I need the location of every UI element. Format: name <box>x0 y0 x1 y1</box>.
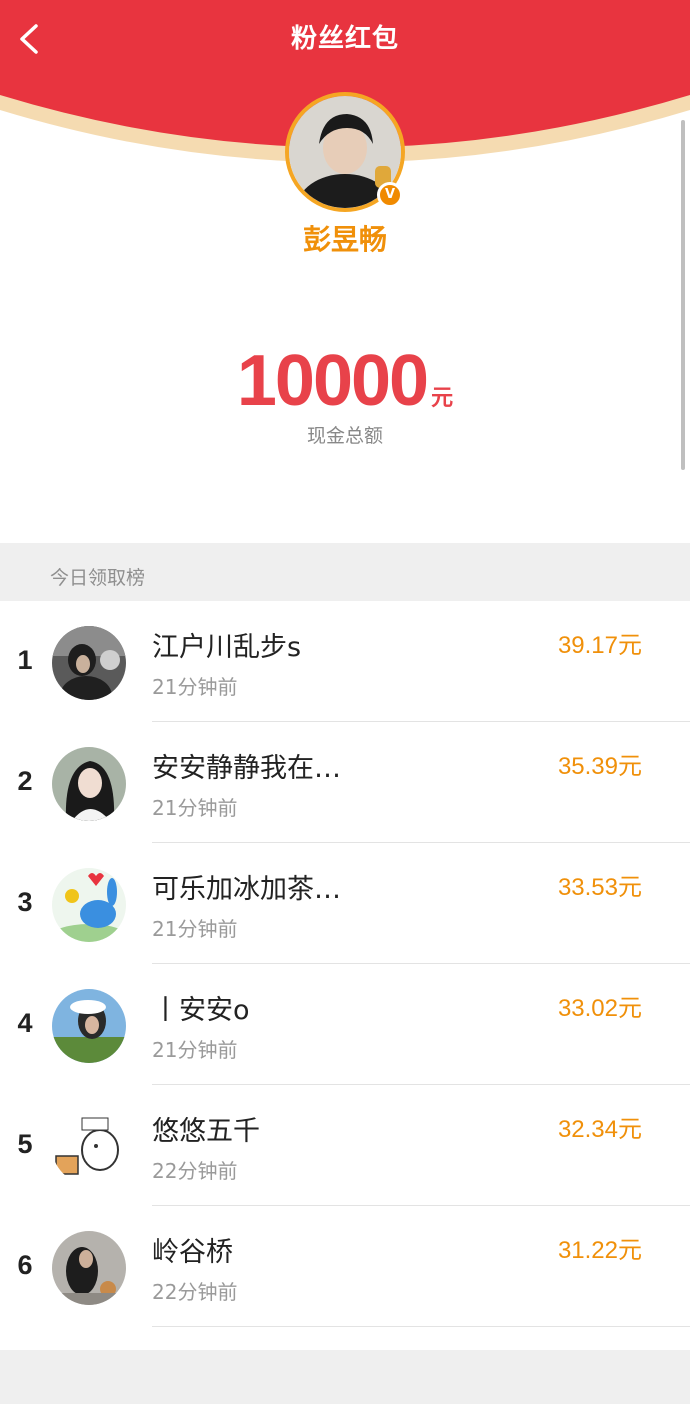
avatar[interactable] <box>52 747 126 821</box>
rank-number: 2 <box>17 766 33 796</box>
leaderboard-row[interactable]: 5 悠悠五千 22分钟前 32.34元 <box>0 1085 690 1206</box>
claim-time: 21分钟前 <box>152 917 238 941</box>
claim-time: 21分钟前 <box>152 1038 238 1062</box>
user-name: 丨安安o <box>152 995 250 1026</box>
leaderboard-row[interactable]: 4 丨安安o 21分钟前 33.02元 <box>0 964 690 1085</box>
leaderboard-list: 1 江户川乱步s 21分钟前 39.17元 2 安安静静我在… 21分钟前 35… <box>0 601 690 1327</box>
user-name: 安安静静我在… <box>152 753 341 784</box>
user-name: 可乐加冰加茶… <box>152 874 341 905</box>
streamer-avatar[interactable]: V <box>285 92 405 212</box>
leaderboard-row[interactable]: 6 岭谷桥 22分钟前 31.22元 <box>0 1206 690 1327</box>
total-amount-caption: 现金总额 <box>306 425 383 447</box>
leaderboard-title: 今日领取榜 <box>50 567 146 589</box>
leaderboard-row[interactable]: 3 可乐加冰加茶… 21分钟前 33.53元 <box>0 843 690 964</box>
rank-number: 3 <box>17 887 33 917</box>
footer-band <box>0 1350 690 1404</box>
leaderboard-row[interactable]: 1 江户川乱步s 21分钟前 39.17元 <box>0 601 690 722</box>
avatar[interactable] <box>52 868 126 942</box>
avatar[interactable] <box>52 989 126 1063</box>
claim-amount: 39.17元 <box>557 632 642 659</box>
rank-number: 4 <box>17 1008 33 1038</box>
rank-number: 1 <box>17 645 33 675</box>
leaderboard-header: 今日领取榜 <box>0 543 690 601</box>
claim-amount: 33.02元 <box>557 995 642 1022</box>
streamer-name: 彭昱畅 <box>302 223 387 256</box>
claim-time: 22分钟前 <box>152 1280 238 1304</box>
total-amount-value: 10000 <box>236 341 429 421</box>
verified-badge-icon: V <box>377 182 403 208</box>
page-title: 粉丝红包 <box>290 24 399 54</box>
claim-time: 21分钟前 <box>152 796 238 820</box>
total-amount: 10000 元 <box>0 340 690 422</box>
claim-amount: 32.34元 <box>557 1116 642 1143</box>
rank-number: 5 <box>17 1129 33 1159</box>
avatar[interactable] <box>52 1231 126 1305</box>
claim-time: 22分钟前 <box>152 1159 238 1183</box>
user-name: 岭谷桥 <box>152 1237 233 1268</box>
claim-amount: 31.22元 <box>557 1237 642 1264</box>
avatar[interactable] <box>52 626 126 700</box>
scrollbar[interactable] <box>681 120 685 470</box>
avatar[interactable] <box>52 1110 126 1184</box>
divider <box>152 1326 690 1327</box>
leaderboard-row[interactable]: 2 安安静静我在… 21分钟前 35.39元 <box>0 722 690 843</box>
claim-amount: 35.39元 <box>557 753 642 780</box>
user-name: 悠悠五千 <box>152 1116 260 1147</box>
claim-amount: 33.53元 <box>557 874 642 901</box>
claim-time: 21分钟前 <box>152 675 238 699</box>
user-name: 江户川乱步s <box>152 632 302 663</box>
rank-number: 6 <box>17 1250 33 1280</box>
total-amount-unit: 元 <box>431 386 454 411</box>
